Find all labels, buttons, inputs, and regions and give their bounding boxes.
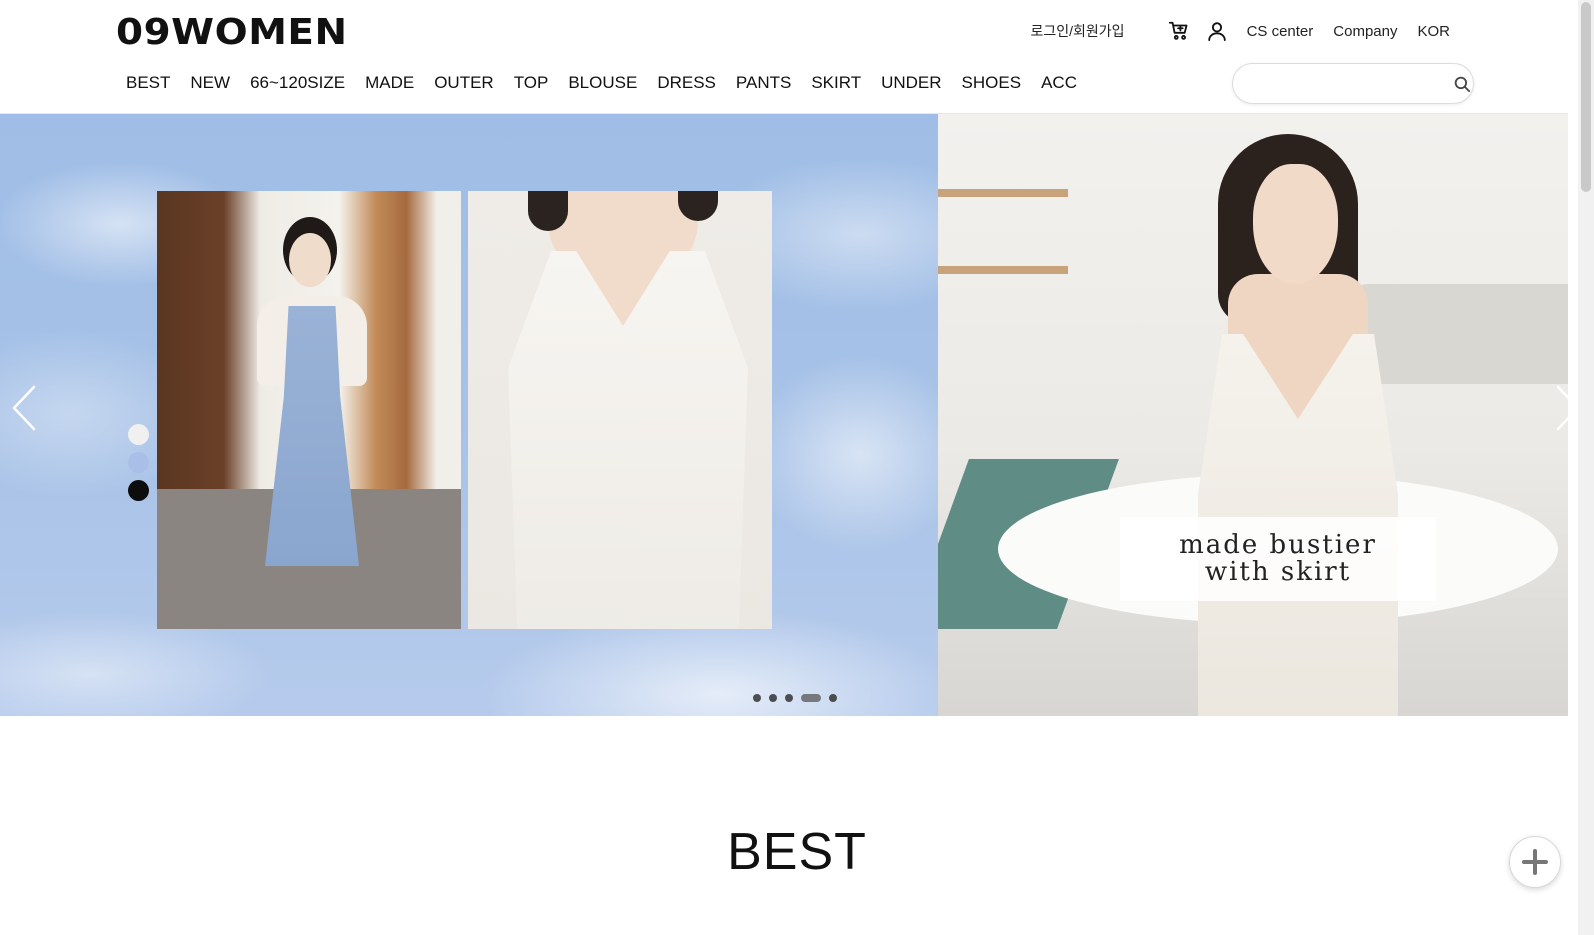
nav-item-under[interactable]: UNDER <box>871 73 951 93</box>
hero-caption-line1: made bustier <box>1179 530 1377 560</box>
nav-item-top[interactable]: TOP <box>504 73 559 93</box>
color-swatches <box>128 424 149 501</box>
product-photo-full-outfit[interactable] <box>157 191 461 629</box>
carousel-dot[interactable] <box>829 694 837 702</box>
swatch-black[interactable] <box>128 480 149 501</box>
site-header: 09WOMEN 로그인/회원가입 CS center Company KOR B… <box>0 0 1568 114</box>
cart-icon[interactable] <box>1167 19 1191 43</box>
carousel-dot[interactable] <box>801 694 821 702</box>
scrollbar-thumb[interactable] <box>1581 2 1591 192</box>
product-photo-bustier-closeup[interactable] <box>468 191 772 629</box>
top-utility-nav: 로그인/회원가입 CS center Company KOR <box>1031 20 1450 42</box>
hero-caption-line2: with skirt <box>1204 557 1352 587</box>
search-icon[interactable] <box>1450 64 1473 104</box>
nav-item-best[interactable]: BEST <box>116 73 180 93</box>
nav-item-size[interactable]: 66~120SIZE <box>240 73 355 93</box>
search-input[interactable] <box>1233 64 1450 103</box>
carousel-dot[interactable] <box>769 694 777 702</box>
nav-item-made[interactable]: MADE <box>355 73 424 93</box>
nav-item-blouse[interactable]: BLOUSE <box>558 73 647 93</box>
user-icon[interactable] <box>1205 19 1229 43</box>
hero-caption: made bustier with skirt <box>1120 517 1436 601</box>
carousel-dot[interactable] <box>753 694 761 702</box>
carousel-pagination <box>753 694 837 702</box>
company-link[interactable]: Company <box>1333 23 1397 40</box>
main-category-nav: BEST NEW 66~120SIZE MADE OUTER TOP BLOUS… <box>116 73 1087 93</box>
nav-item-skirt[interactable]: SKIRT <box>801 73 871 93</box>
hero-model-photo[interactable] <box>938 114 1568 716</box>
nav-item-pants[interactable]: PANTS <box>726 73 801 93</box>
nav-item-acc[interactable]: ACC <box>1031 73 1087 93</box>
page-scrollbar[interactable] <box>1578 0 1594 935</box>
cs-center-link[interactable]: CS center <box>1247 23 1314 40</box>
nav-item-new[interactable]: NEW <box>180 73 240 93</box>
nav-item-dress[interactable]: DRESS <box>647 73 726 93</box>
chevron-left-icon[interactable] <box>4 378 44 438</box>
search-box <box>1232 63 1474 104</box>
hero-carousel <box>0 114 1568 716</box>
language-selector[interactable]: KOR <box>1417 23 1450 40</box>
nav-item-outer[interactable]: OUTER <box>424 73 504 93</box>
hero-left-panel <box>0 114 938 716</box>
plus-icon[interactable] <box>1509 836 1561 888</box>
carousel-dot[interactable] <box>785 694 793 702</box>
best-section-title: BEST <box>727 823 867 881</box>
site-logo[interactable]: 09WOMEN <box>116 12 348 53</box>
swatch-sky-blue[interactable] <box>128 452 149 473</box>
nav-item-shoes[interactable]: SHOES <box>952 73 1032 93</box>
swatch-white[interactable] <box>128 424 149 445</box>
login-signup-link[interactable]: 로그인/회원가입 <box>1031 21 1125 41</box>
